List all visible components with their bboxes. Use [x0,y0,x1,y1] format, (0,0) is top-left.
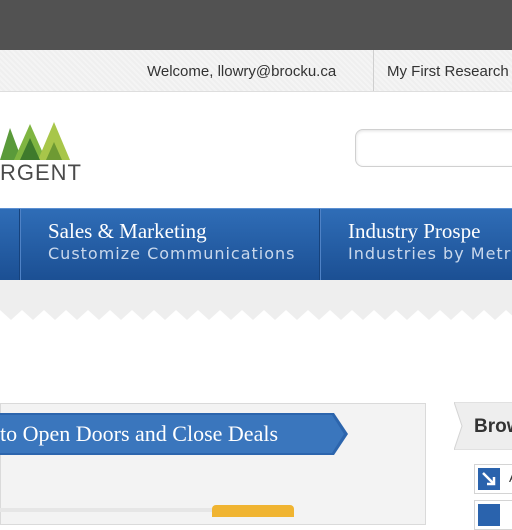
search-input[interactable] [355,129,512,167]
nav-item-sales-marketing[interactable]: Sales & Marketing Customize Communicatio… [21,209,319,281]
user-bar: Welcome, llowry@brocku.ca My First Resea… [0,50,512,92]
browse-item[interactable]: A [474,464,512,494]
nav-item-subtitle: Customize Communications [48,244,296,263]
nav-item-title: Sales & Marketing [48,219,207,243]
gold-action-button[interactable] [212,505,294,517]
browse-panel: Brow A [454,402,512,530]
nav-item-industry-prospects[interactable]: Industry Prospe Industries by Metr [321,209,512,281]
welcome-message: Welcome, llowry@brocku.ca [147,63,337,80]
arrow-down-right-icon [478,468,500,490]
panel-input-line [0,508,212,512]
my-first-research-link[interactable]: My First Research [387,63,509,80]
browse-title: Brow [474,416,512,437]
nav-item-title: Industry Prospe [348,219,481,243]
headline-ribbon-text: to Open Doors and Close Deals [0,421,279,446]
decorative-zigzag-border [0,280,512,324]
user-bar-divider [373,50,374,91]
browser-top-bar [0,0,512,50]
arrow-down-right-icon [478,504,500,526]
logo-text: RGENT [0,160,82,185]
main-navigation: Sales & Marketing Customize Communicatio… [0,208,512,281]
browse-item[interactable] [474,500,512,530]
nav-item-subtitle: Industries by Metr [348,244,512,263]
